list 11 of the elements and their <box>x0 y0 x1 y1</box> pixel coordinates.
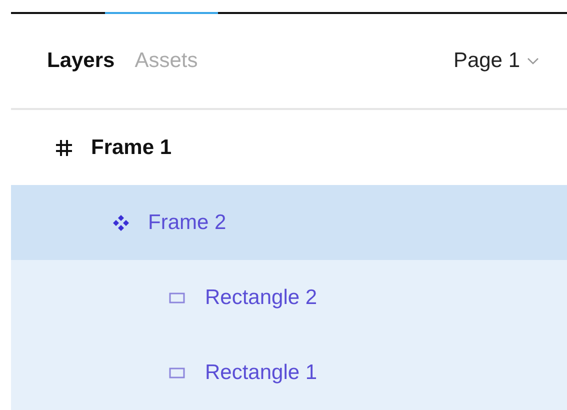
layer-row[interactable]: Frame 1 <box>11 110 567 185</box>
rectangle-icon <box>169 292 185 304</box>
layer-row[interactable]: Rectangle 2 <box>11 260 567 335</box>
hash-icon <box>55 138 73 156</box>
page-dropdown[interactable]: Page 1 <box>451 47 541 75</box>
rectangle-icon <box>169 366 185 378</box>
component-icon <box>112 214 130 232</box>
panel-tab[interactable]: Layers <box>45 47 117 75</box>
chevron-down-icon <box>527 57 539 65</box>
layer-row[interactable]: Frame 2 <box>11 185 567 260</box>
layer-row[interactable]: Rectangle 1 <box>11 335 567 410</box>
